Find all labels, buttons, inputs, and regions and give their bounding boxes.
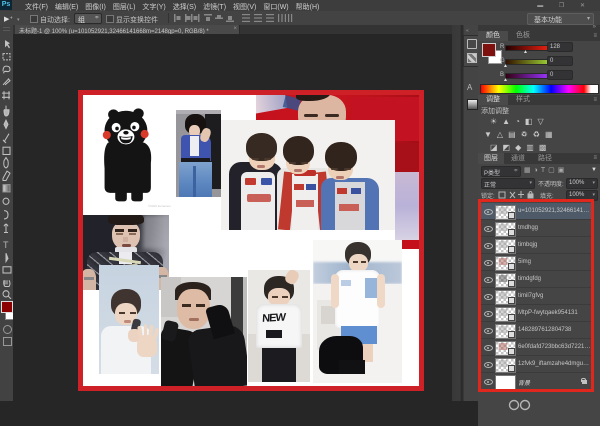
svg-text:T: T bbox=[3, 240, 9, 250]
